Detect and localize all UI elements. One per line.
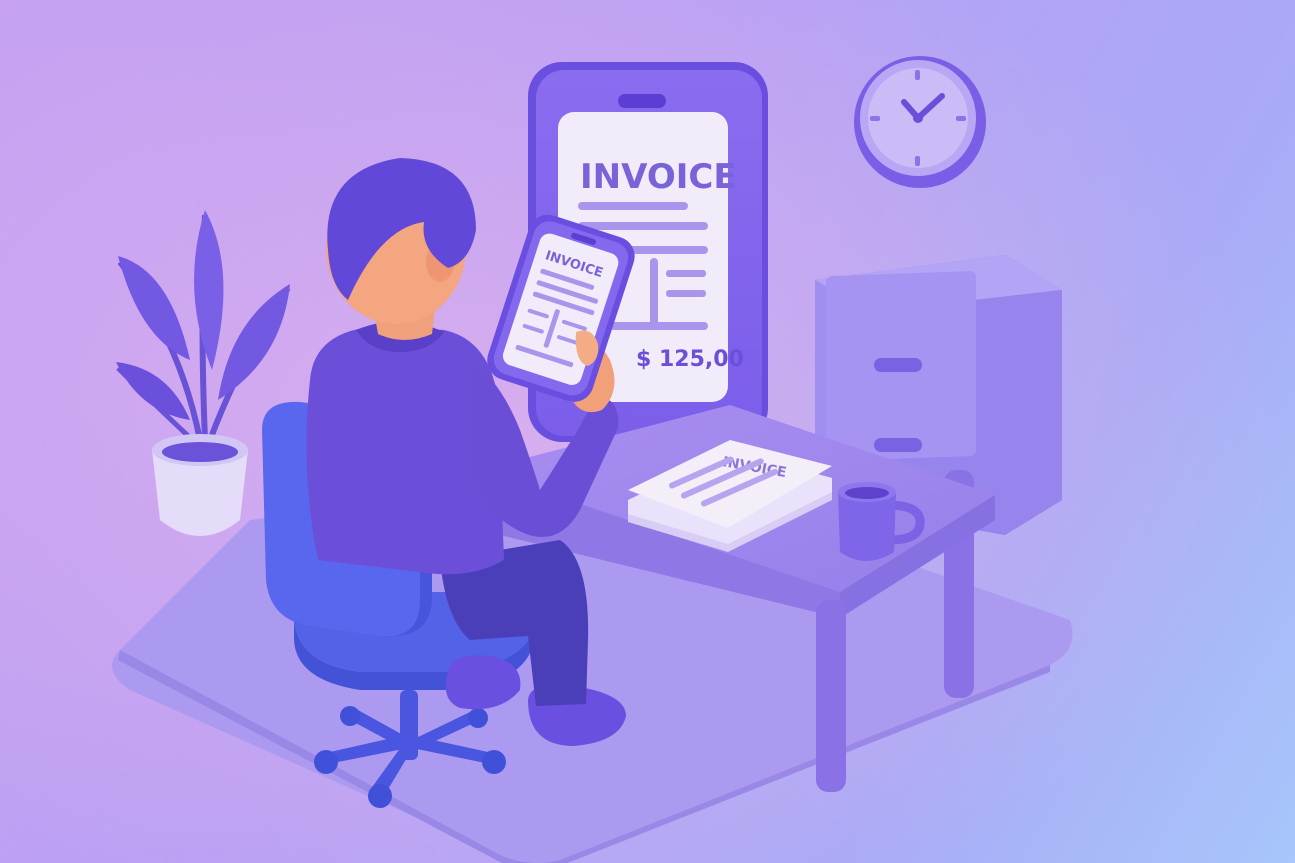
illustration-scene: INVOICE $ 125,00 INVOICE INVOICE <box>0 0 1295 863</box>
drawer-handle-top <box>874 358 922 372</box>
big-screen-amount: $ 125,00 <box>636 347 744 372</box>
big-screen-heading: INVOICE <box>580 157 737 197</box>
clock-icon <box>854 56 986 188</box>
drawer-handle-bottom <box>874 438 922 452</box>
scene-svg: INVOICE $ 125,00 INVOICE INVOICE <box>0 0 1295 863</box>
